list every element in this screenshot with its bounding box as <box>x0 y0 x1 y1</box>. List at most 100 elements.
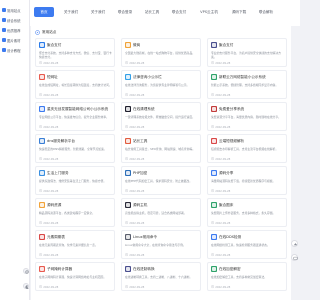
sidebar-item-systems[interactable]: 综合系统 <box>2 16 21 24</box>
site-card[interactable]: 新联云万网络智能小公示系统 智能公示系统，便捷管理，支持多终端同步显示内容。 202… <box>207 70 287 99</box>
nav-item-vps[interactable]: VPS云主机 <box>196 7 222 17</box>
nav-item-dns[interactable]: 联合解析 <box>256 7 276 17</box>
site-card-date: 2022-09-28 <box>215 93 231 97</box>
site-card[interactable]: 在线加密解密在线加密解密工具，支持多种常见加密算法。 2022-09-28 <box>207 262 287 291</box>
clock-icon <box>125 61 129 65</box>
site-card-title: 法律咨询小公示栏 <box>133 74 162 79</box>
site-card[interactable]: 聚合支付 聚合支付系统，支持多种支付方式，微信、支付宝、银行卡快捷支付。 2022-… <box>35 38 115 67</box>
site-card[interactable]: 源码分享 海量网站源码免费下载，持续更新优质程序与模板。 2022-09-28 <box>207 166 287 195</box>
site-card-title: 源码主机 <box>133 202 148 207</box>
site-card[interactable]: 源码主机 高性能虚拟主机，稳定可靠，适合各类网站部署。 2022-09-28 <box>121 198 201 227</box>
sidebar-item-icon <box>2 38 6 42</box>
section-title: 常用站点 <box>42 29 57 34</box>
site-logo-icon <box>125 202 131 208</box>
site-card[interactable]: 云端短视频解析 短视频去水印解析工具，支持主流平台视频在线解析。 2022-09-2… <box>207 134 287 163</box>
clock-icon <box>125 157 129 161</box>
nav-item-about[interactable]: 关于我们 <box>61 7 81 17</box>
site-card[interactable]: 聚合图床免费图片上传外链服务，支持多种格式，永久存储。 2022-09-28 <box>207 198 287 227</box>
site-card[interactable]: 重庆无创发展智能网络公司小公示系统 专业网络公示平台，快速发布信息，提升企业服务效… <box>35 102 115 131</box>
sidebar-item-common-sites[interactable]: 常用站点 <box>2 6 21 14</box>
site-card-title: 源码分享 <box>219 170 234 175</box>
clock-icon <box>39 157 43 161</box>
site-logo-icon <box>125 234 131 240</box>
site-card[interactable]: dns服务解析平台 快速稳定的DNS解析服务，智能线路，全球节点加速。 2022-0… <box>35 134 115 163</box>
clock-icon <box>125 125 129 129</box>
site-card-title: 在线加密解密 <box>219 266 241 271</box>
site-card[interactable]: 法律咨询小公示栏 在线法律咨询服务，为您提供专业律师解答与公示。 2022-09-2… <box>121 70 201 99</box>
site-card-date: 2022-09-28 <box>129 61 145 65</box>
site-card-date: 2022-09-28 <box>129 221 145 225</box>
site-card[interactable]: 免费爱分享系统 免费资源分享平台，海量优质内容，随时随地在线分享。 2022-09-… <box>207 102 287 131</box>
site-card-meta: 2022-09-28 <box>39 285 58 289</box>
site-card[interactable]: 在线清理系统 一键清理系统垃圾文件，释放磁盘空间，提升运行速度。 2022-09-2… <box>121 102 201 131</box>
gear-icon[interactable] <box>23 268 29 274</box>
site-card-title: 聚合支付 <box>47 42 62 47</box>
site-card-meta: 2022-09-28 <box>211 125 230 129</box>
clock-icon <box>39 253 43 257</box>
site-card[interactable]: PHP加密 在线PHP代码加密工具，保护源码安全，防止被篡改。 2022-09-28 <box>121 166 201 195</box>
site-card-description: 在线加密解密工具，支持多种常见加密算法。 <box>211 275 267 279</box>
site-card[interactable]: 站长工具 站长常用工具集合，SEO查询、网站测速、域名查询等。 2022-09-28 <box>121 134 201 163</box>
sidebar-item-label: 优质推荐 <box>7 28 21 33</box>
site-card[interactable]: 源码资源 精品源码资源平台，各类建站程序一应俱全。 2022-09-28 <box>35 198 115 227</box>
nav-item-webmaster-tools[interactable]: 站长工具 <box>142 7 162 17</box>
nav-item-source-download[interactable]: 源码下载 <box>229 7 249 17</box>
chat-icon[interactable] <box>291 254 298 261</box>
site-card[interactable]: 元素周期表 在线元素周期表查询，化学元素详细信息一览。 2022-09-28 <box>35 230 115 259</box>
moon-icon[interactable] <box>23 283 29 289</box>
site-card-description: 免费图片上传外链服务，支持多种格式，永久存储。 <box>211 211 276 215</box>
site-card[interactable]: 生活上门服务 提供家政保洁、维修安装等生活上门服务，快捷方便。 2022-09-28 <box>35 166 115 195</box>
site-logo-icon <box>211 42 217 48</box>
nav-item-login[interactable]: 联合登录 <box>115 7 135 17</box>
site-card[interactable]: 聚合支付 专业的支付服务平台，为商户提供安全快捷的支付解决方案。 2022-09-2… <box>207 38 287 67</box>
nav-item-payment[interactable]: 联合支付 <box>169 7 189 17</box>
site-card-date: 2022-09-28 <box>129 189 145 193</box>
site-card-title: dns服务解析平台 <box>47 138 75 143</box>
site-card[interactable]: 在线进制转换 在线进制转换工具，支持二进制、八进制、十六进制。 2022-09-28 <box>121 262 201 291</box>
site-card[interactable]: Linux常用命令 Linux常用命令大全，在线查询命令用法与示例。 2022-09… <box>121 230 201 259</box>
site-card-date: 2022-09-28 <box>215 157 231 161</box>
site-logo-icon <box>125 42 131 48</box>
site-logo-icon <box>211 106 217 112</box>
site-card-meta: 2022-09-28 <box>211 285 230 289</box>
site-card[interactable]: 在线DDS检测 在线网络检测工具，快速检测服务器连通状态。 2022-09-28 <box>207 230 287 259</box>
site-card-description: 提供家政保洁、维修安装等生活上门服务，快捷方便。 <box>39 179 107 183</box>
clock-icon <box>211 253 215 257</box>
sidebar-item-tutorials[interactable]: 设计教程 <box>2 46 21 54</box>
arrow-up-icon[interactable] <box>291 240 298 247</box>
site-card-date: 2022-09-28 <box>215 125 231 129</box>
sidebar-item-icon <box>2 48 6 52</box>
clock-icon <box>211 125 215 129</box>
site-logo-icon <box>211 74 217 80</box>
sidebar-item-icon <box>2 18 6 22</box>
site-card-description: 在线进制转换工具，支持二进制、八进制、十六进制。 <box>125 275 193 279</box>
nav-item-home[interactable]: 首页 <box>34 7 54 17</box>
site-card-description: 在线生成短网址，将长链接转换为短链接，支持统计访问。 <box>39 83 112 87</box>
site-card-meta: 2022-09-28 <box>125 285 144 289</box>
content-panel: 常用站点 聚合支付 聚合支付系统，支持多种支付方式，微信、支付宝、银行卡快捷支付。… <box>31 26 291 300</box>
top-nav: 首页 关于我们 关于我们 联合登录 站长工具 联合支付 VPS云主机 源码下载 … <box>30 0 300 26</box>
clock-icon <box>125 189 129 193</box>
site-card-meta: 2022-09-28 <box>125 253 144 257</box>
nav-item-about-2[interactable]: 关于我们 <box>88 7 108 17</box>
site-card-date: 2022-09-28 <box>43 157 59 161</box>
site-card[interactable]: 微商 全国最大微商城，在线一站式购物平台，提供优质商品。 2022-09-28 <box>121 38 201 67</box>
sidebar-item-label: 图片素材 <box>7 38 21 43</box>
sidebar-item-images[interactable]: 图片素材 <box>2 36 21 44</box>
site-card-date: 2022-09-28 <box>215 221 231 225</box>
clock-icon <box>211 285 215 289</box>
site-logo-icon <box>39 106 45 112</box>
site-card-meta: 2022-09-28 <box>125 93 144 97</box>
site-logo-icon <box>211 170 217 176</box>
sidebar-item-recommended[interactable]: 优质推荐 <box>2 26 21 34</box>
sidebar-item-label: 设计教程 <box>7 48 21 53</box>
site-card-meta: 2022-09-28 <box>211 157 230 161</box>
site-card-meta: 2022-09-28 <box>125 61 144 65</box>
site-card[interactable]: 子网掩码计算器 在线子网掩码计算器，快速计算网络地址与主机范围。 2022-09-2… <box>35 262 115 291</box>
site-card-date: 2022-09-28 <box>129 285 145 289</box>
site-card-meta: 2022-09-28 <box>39 253 58 257</box>
site-card-title: 聚合图床 <box>219 202 234 207</box>
site-card-date: 2022-09-28 <box>43 221 59 225</box>
site-card[interactable]: 短网址 在线生成短网址，将长链接转换为短链接，支持统计访问。 2022-09-28 <box>35 70 115 99</box>
site-logo-icon <box>211 234 217 240</box>
